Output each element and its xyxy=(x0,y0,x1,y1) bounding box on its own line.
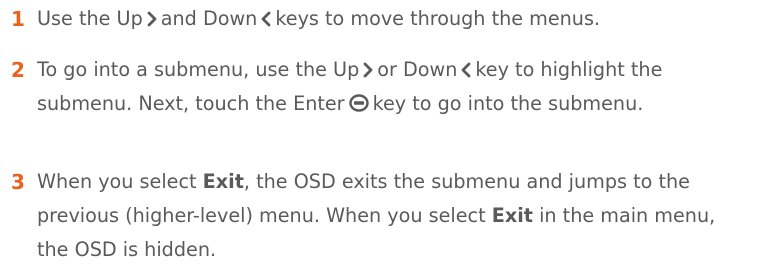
step-number: 1 xyxy=(11,7,25,31)
exit-term: Exit xyxy=(202,170,244,193)
chevron-right-icon xyxy=(363,62,373,78)
step-text: Use the Up and Down keys to move through t… xyxy=(37,7,601,30)
instruction-steps: 1 Use the Up and Down keys to move through… xyxy=(0,0,758,269)
chevron-left-icon xyxy=(261,11,271,27)
enter-key-icon xyxy=(348,94,369,112)
step-2: 2 To go into a submenu, use the Up or Dow… xyxy=(11,53,750,121)
exit-term: Exit xyxy=(491,204,533,227)
chevron-left-icon xyxy=(461,62,471,78)
step-1: 1 Use the Up and Down keys to move through… xyxy=(11,2,750,36)
step-text: When you select Exit, the OSD exits the … xyxy=(37,170,716,261)
step-3: 3 When you select Exit, the OSD exits th… xyxy=(11,165,750,267)
step-text: To go into a submenu, use the Up or Down k… xyxy=(37,58,663,115)
step-number: 3 xyxy=(11,170,25,194)
step-number: 2 xyxy=(11,58,25,82)
chevron-right-icon xyxy=(147,11,157,27)
